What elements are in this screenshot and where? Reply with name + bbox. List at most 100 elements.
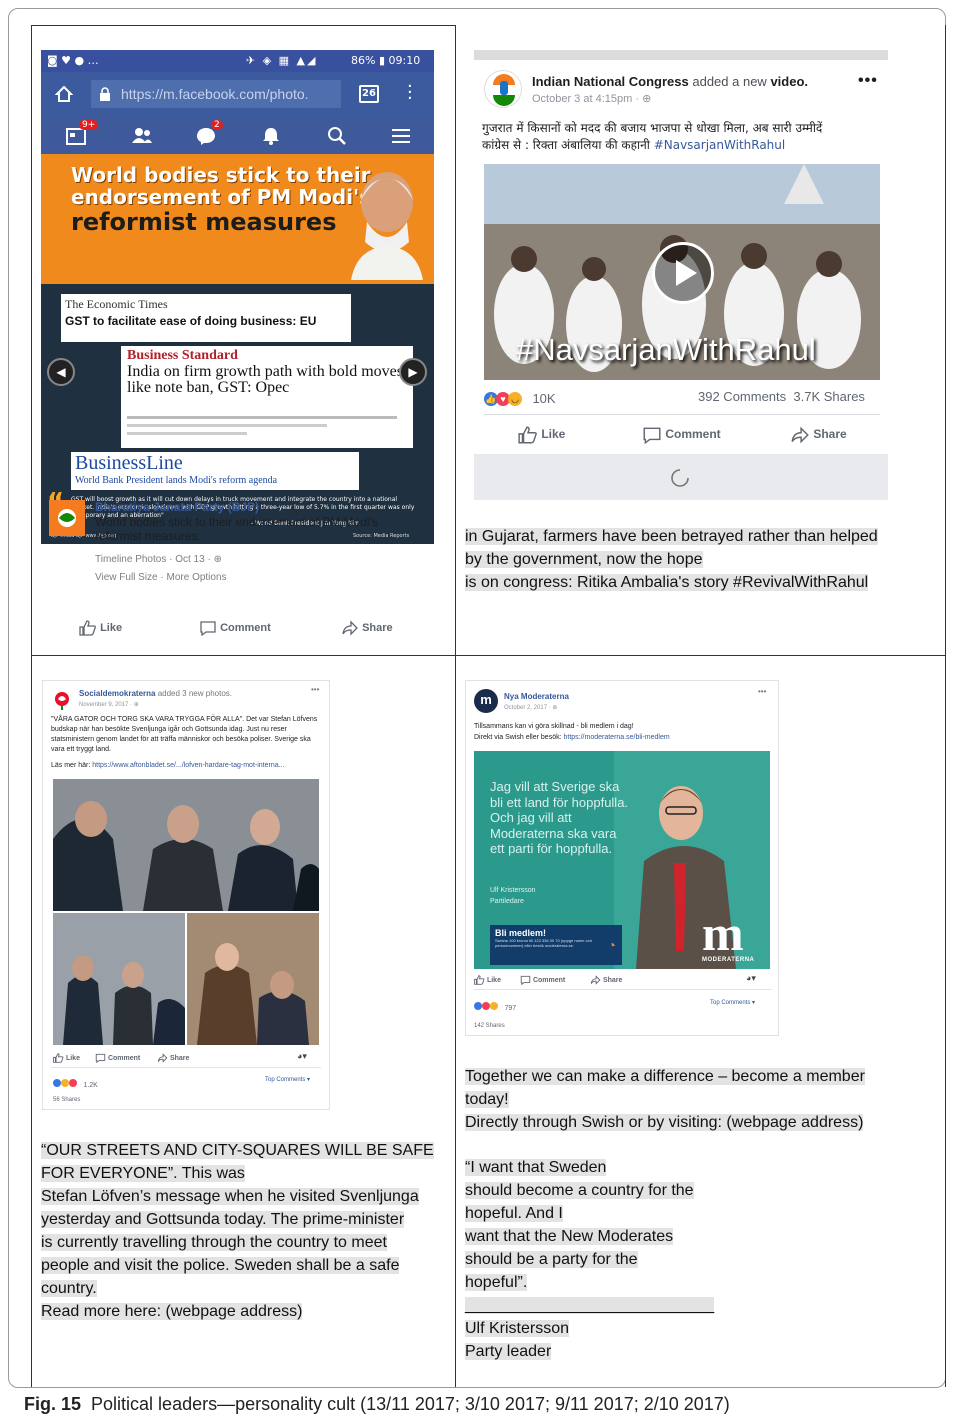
m-page-name[interactable]: Nya Moderaterna xyxy=(504,692,569,701)
friends-icon[interactable] xyxy=(131,127,153,143)
haha-reaction-icon xyxy=(490,1001,498,1010)
audience-selector-icon[interactable]: ◕▾ xyxy=(746,973,756,984)
clipping-headline: GST to facilitate ease of doing business… xyxy=(65,314,317,328)
previous-arrow-icon[interactable]: ◀ xyxy=(47,358,75,386)
inc-video-player[interactable]: #NavsarjanWithRahul xyxy=(484,164,880,380)
sap-share-button[interactable]: Share xyxy=(157,1053,189,1063)
cta-title: Bli medlem! xyxy=(495,928,547,938)
inc-post-time[interactable]: October 3 at 4:15pm · ⊕ xyxy=(532,92,651,105)
inc-reactions[interactable]: 👍 ♥ ◡ 10K xyxy=(484,390,556,408)
sap-shares-count[interactable]: 56 Shares xyxy=(53,1097,80,1103)
sap-photo-2[interactable] xyxy=(53,913,185,1045)
swish-icon: ◔ xyxy=(607,937,616,953)
clipping-source: Business Standard xyxy=(127,348,238,363)
inc-comments-count[interactable]: 392 Comments xyxy=(698,389,786,404)
tab-count[interactable]: 26 xyxy=(359,85,379,103)
sap-photo-3[interactable] xyxy=(187,913,319,1045)
haha-reaction-icon: ◡ xyxy=(508,391,522,406)
search-icon[interactable] xyxy=(327,126,347,146)
facebook-nav-bar: 9+ 2 xyxy=(41,116,434,154)
m-campaign-poster[interactable]: Jag vill att Sverige ska bli ett land fö… xyxy=(474,751,770,969)
audience-selector-icon[interactable]: ◕▾ xyxy=(297,1051,307,1062)
m-member-link[interactable]: https://moderaterna.se/bli-medlem xyxy=(563,734,669,741)
m-share-button[interactable]: Share xyxy=(590,975,622,985)
leader-portrait xyxy=(347,162,427,280)
bjp-share-button[interactable]: Share xyxy=(341,620,393,636)
loading-spinner-icon xyxy=(671,469,689,487)
cta-text: Swisha 100 kronor till 123 336 00 70 (up… xyxy=(495,938,592,948)
bjp-view-links[interactable]: View Full Size · More Options xyxy=(95,572,227,583)
share-icon xyxy=(791,426,809,444)
sap-rose-logo[interactable] xyxy=(51,689,73,711)
sap-photo-1[interactable] xyxy=(53,779,319,911)
comment-icon xyxy=(200,621,216,636)
bjp-like-button[interactable]: Like xyxy=(79,620,122,636)
sap-page-name[interactable]: Socialdemokraterna xyxy=(79,689,155,698)
bjp-album-link[interactable]: Timeline Photos · Oct 13 · ⊕ xyxy=(95,554,222,565)
inc-like-button[interactable]: Like xyxy=(518,426,565,444)
messages-badge: 2 xyxy=(211,120,223,130)
m-shares-count[interactable]: 142 Shares xyxy=(474,1023,505,1029)
bell-icon[interactable] xyxy=(261,126,281,146)
post-options-icon[interactable]: ••• xyxy=(311,685,319,694)
grid-line-row xyxy=(31,655,946,656)
share-icon xyxy=(342,620,358,636)
clipping-headline: India on firm growth path with bold move… xyxy=(127,363,403,396)
sap-translation: “OUR STREETS AND CITY-SQUARES WILL BE SA… xyxy=(41,1142,434,1320)
post-options-icon[interactable]: ••• xyxy=(858,72,878,90)
sap-article-link[interactable]: https://www.aftonbladet.se/.../lofven-ha… xyxy=(92,762,284,769)
bli-medlem-box[interactable]: Bli medlem! Swisha 100 kronor till 123 3… xyxy=(490,925,622,965)
m-comment-button[interactable]: Comment xyxy=(520,975,565,985)
sap-post-text: "VÅRA GATOR OCH TORG SKA VARA TRYGGA FÖR… xyxy=(51,716,318,753)
inc-comment-button[interactable]: Comment xyxy=(642,426,721,444)
m-like-button[interactable]: Like xyxy=(474,975,501,985)
globe-icon: ⊕ xyxy=(213,554,222,565)
home-icon[interactable] xyxy=(55,85,73,103)
signal-icons: ✈ ◈ ▦ ▲◢ xyxy=(246,54,318,67)
clipping-businessline: BusinessLine World Bank President lands … xyxy=(71,452,359,490)
inc-page-name[interactable]: Indian National Congress xyxy=(532,74,689,89)
sap-post-time[interactable]: November 9, 2017 · ⊕ xyxy=(79,701,139,708)
poster-name: Ulf Kristersson xyxy=(490,887,536,894)
bjp-post-caption: World bodies stick to their endorsement … xyxy=(95,515,378,543)
bjp-avatar[interactable] xyxy=(49,500,85,536)
m-reaction-count: 797 xyxy=(504,1005,517,1012)
logo-wordmark: MODERATERNA xyxy=(702,957,755,963)
url-field[interactable]: https://m.facebook.com/photo. xyxy=(91,80,341,108)
menu-icon[interactable] xyxy=(391,128,411,144)
post-options-icon[interactable]: ••• xyxy=(758,687,766,696)
figure-label: Fig. 15 xyxy=(24,1394,82,1414)
m-top-comments[interactable]: Top Comments ▾ xyxy=(710,999,755,1006)
bjp-comment-button[interactable]: Comment xyxy=(199,620,271,636)
phone-status-bar: ◙ ♥ ● … ✈ ◈ ▦ ▲◢ 86% ▮ 09:10 xyxy=(41,50,434,72)
next-arrow-icon[interactable]: ▶ xyxy=(399,358,427,386)
play-icon[interactable] xyxy=(652,242,714,304)
notifications-badge: 9+ xyxy=(79,120,99,130)
m-post-time[interactable]: October 2, 2017 · ⊕ xyxy=(504,704,557,711)
inc-avatar[interactable] xyxy=(484,70,522,108)
comment-icon xyxy=(95,1053,106,1063)
inc-hashtag-link[interactable]: #NavsarjanWithRahul xyxy=(654,138,786,152)
m-reactions[interactable]: 797 xyxy=(474,997,516,1015)
inc-share-button[interactable]: Share xyxy=(790,426,847,444)
thumbs-up-icon xyxy=(79,620,96,636)
divider xyxy=(51,1067,321,1068)
overflow-menu-icon[interactable]: · · · xyxy=(407,78,413,108)
panel-inc-post: Indian National Congress added a new vid… xyxy=(474,50,888,500)
bjp-page-name[interactable]: Bharatiya Janata Party (BJP) xyxy=(95,500,259,514)
inc-reaction-count: 10K xyxy=(532,391,556,406)
moderaterna-avatar[interactable]: m xyxy=(474,689,498,713)
divider xyxy=(484,414,880,415)
like-reaction-icon xyxy=(474,1001,482,1010)
figure-caption-text: Political leaders—personality cult (13/1… xyxy=(91,1394,730,1414)
thumbs-up-icon xyxy=(474,975,485,985)
sap-top-comments[interactable]: Top Comments ▾ xyxy=(265,1076,310,1083)
grid-line-left xyxy=(31,25,32,1387)
inc-shares-count[interactable]: 3.7K Shares xyxy=(793,389,865,404)
sap-comment-button[interactable]: Comment xyxy=(95,1053,140,1063)
divider xyxy=(474,989,772,990)
sap-like-button[interactable]: Like xyxy=(53,1053,80,1063)
inc-post-header: Indian National Congress added a new vid… xyxy=(532,74,809,89)
sap-reactions[interactable]: 1.2K xyxy=(53,1074,98,1092)
banner-line-2: endorsement of PM Modi's xyxy=(71,185,372,209)
